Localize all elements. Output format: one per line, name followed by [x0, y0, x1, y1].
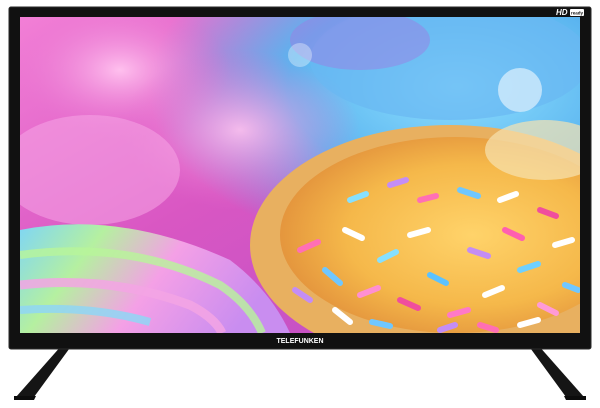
hd-badge-sub: ready: [571, 11, 584, 16]
right-stand-foot: [564, 396, 586, 400]
right-stand-leg: [528, 345, 584, 397]
hd-badge-main: HD: [556, 8, 568, 17]
product-photo: HD ready TELEFUNKEN: [0, 0, 600, 408]
tv-illustration: HD ready TELEFUNKEN: [8, 6, 592, 400]
tv-screen: [20, 17, 580, 333]
brand-logo: TELEFUNKEN: [276, 338, 323, 345]
left-stand-leg: [16, 345, 72, 397]
left-stand-foot: [14, 396, 36, 400]
